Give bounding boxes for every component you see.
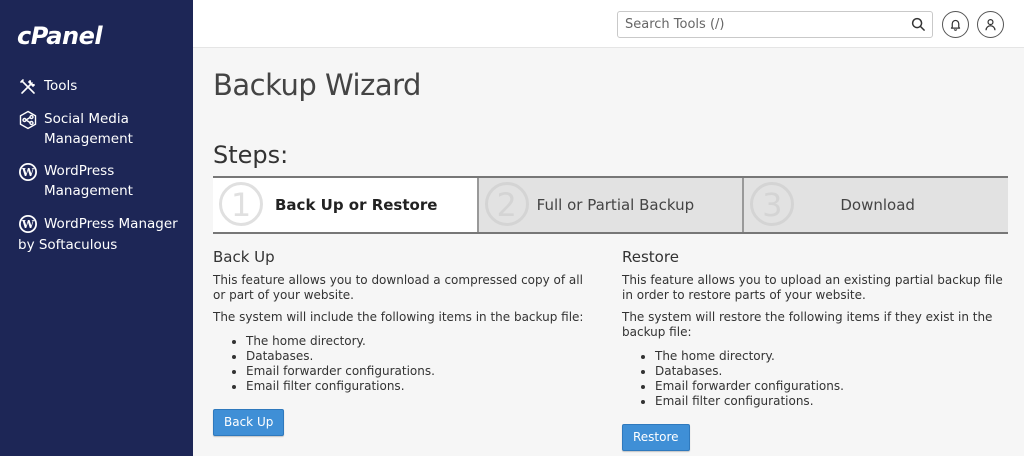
restore-section: Restore This feature allows you to uploa… — [622, 250, 1007, 451]
list-item: Email filter configurations. — [246, 379, 598, 394]
sidebar-item-wordpress-softaculous[interactable]: W WordPress Manager by Softaculous — [0, 213, 193, 255]
list-item: Email filter configurations. — [655, 394, 1007, 409]
sidebar-item-social-media[interactable]: Social Media Management — [0, 109, 193, 149]
restore-items-list: The home directory. Databases. Email for… — [622, 349, 1007, 409]
top-bar — [193, 0, 1024, 48]
user-icon — [985, 19, 996, 31]
back-up-button[interactable]: Back Up — [213, 409, 285, 436]
list-item: The home directory. — [246, 334, 598, 349]
backup-heading: Back Up — [213, 248, 275, 266]
search-input[interactable] — [618, 12, 898, 37]
sidebar-nav: Tools Social Media Management W WordPres… — [0, 76, 193, 267]
bell-icon — [950, 19, 961, 31]
notifications-button[interactable] — [942, 11, 969, 38]
backup-items-list: The home directory. Databases. Email for… — [213, 334, 598, 394]
step-full-or-partial-backup[interactable]: 2 Full or Partial Backup — [476, 178, 743, 232]
sidebar-item-tools[interactable]: Tools — [0, 76, 193, 97]
cpanel-logo[interactable]: cPanel — [17, 22, 103, 50]
step-number: 2 — [484, 182, 529, 226]
list-item: Databases. — [655, 364, 1007, 379]
restore-heading: Restore — [622, 248, 679, 266]
sidebar: cPanel Tools Social Media Management W W… — [0, 0, 193, 456]
wordpress-icon: W — [19, 163, 37, 181]
svg-text:W: W — [21, 218, 35, 231]
list-item: Email forwarder configurations. — [655, 379, 1007, 394]
backup-section: Back Up This feature allows you to downl… — [213, 250, 598, 436]
backup-description: This feature allows you to download a co… — [213, 273, 583, 302]
social-media-icon — [19, 110, 37, 130]
restore-button[interactable]: Restore — [622, 424, 690, 451]
page-title: Backup Wizard — [213, 68, 421, 102]
sidebar-item-label: WordPress Manager by Softaculous — [18, 216, 178, 253]
user-menu-button[interactable] — [977, 11, 1004, 38]
step-number: 3 — [750, 182, 795, 226]
svg-text:W: W — [21, 166, 35, 179]
sidebar-item-label: WordPress Management — [44, 163, 133, 199]
step-back-up-or-restore[interactable]: 1 Back Up or Restore — [213, 178, 477, 232]
step-download[interactable]: 3 Download — [742, 178, 1009, 232]
sidebar-item-wordpress-management[interactable]: W WordPress Management — [0, 161, 193, 201]
tools-icon — [20, 79, 36, 94]
step-label: Back Up or Restore — [275, 196, 438, 214]
search-box — [617, 11, 933, 38]
list-item: Email forwarder configurations. — [246, 364, 598, 379]
sidebar-item-label: Tools — [44, 78, 78, 94]
wordpress-icon: W — [19, 215, 37, 233]
step-label: Full or Partial Backup — [536, 196, 695, 214]
step-number: 1 — [219, 182, 263, 226]
list-item: Databases. — [246, 349, 598, 364]
restore-list-intro: The system will restore the following it… — [622, 310, 993, 339]
list-item: The home directory. — [655, 349, 1007, 364]
search-icon[interactable] — [911, 17, 926, 32]
restore-description: This feature allows you to upload an exi… — [622, 273, 1003, 302]
steps-bar: 1 Back Up or Restore 2 Full or Partial B… — [213, 176, 1009, 234]
sidebar-item-label: Social Media Management — [44, 111, 133, 147]
step-label: Download — [840, 196, 915, 214]
steps-heading: Steps: — [213, 141, 289, 169]
backup-list-intro: The system will include the following it… — [213, 310, 584, 324]
